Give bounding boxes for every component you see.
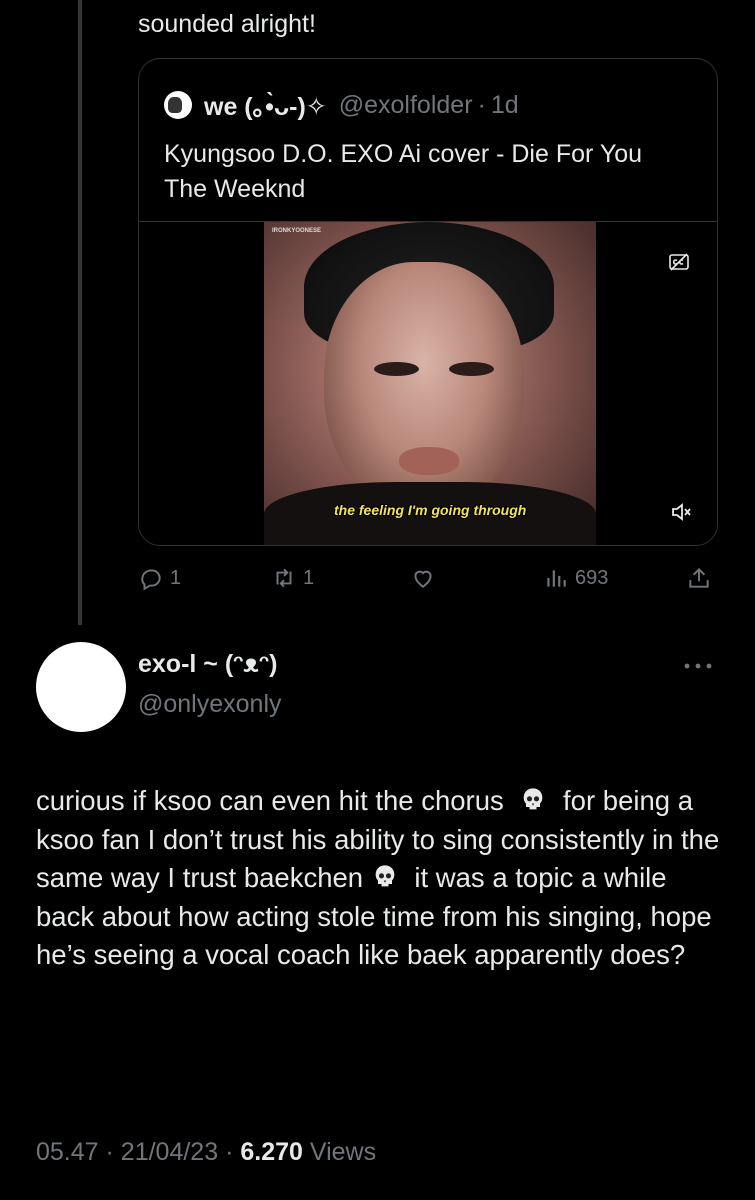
video-caption: the feeling I'm going through [334, 502, 527, 518]
views-count: 693 [575, 566, 609, 589]
skull-icon [375, 865, 395, 887]
video-player[interactable]: IRONKYOONESE the feeling I'm going throu… [139, 221, 717, 545]
quoted-avatar[interactable] [164, 91, 192, 119]
video-eye-left [374, 362, 419, 376]
views-icon [547, 570, 566, 587]
share-icon [689, 567, 709, 588]
tweet-actions: 1 1 693 [138, 565, 718, 595]
video-lips [399, 447, 459, 475]
views-label: Views [309, 1138, 377, 1166]
tweet-time[interactable]: 05.47 [36, 1138, 99, 1166]
tweet-metadata: 05.47 · 21/04/23 · 6.270 Views [36, 1138, 376, 1167]
retweet-icon [276, 568, 292, 588]
reply-button[interactable]: 1 [138, 565, 181, 591]
views-button[interactable]: 693 [543, 565, 608, 591]
captions-icon[interactable] [667, 250, 691, 274]
reply-author-name[interactable]: exo-l ~ (ᵔᴥᵔ) [138, 650, 277, 679]
quoted-author-handle[interactable]: @exolfolder [339, 91, 473, 120]
more-icon[interactable] [681, 660, 715, 672]
thread-line [78, 0, 82, 625]
previous-tweet-text: sounded alright! [138, 10, 316, 38]
like-icon [414, 570, 432, 588]
tweet-date[interactable]: 21/04/23 [121, 1138, 218, 1166]
quoted-tweet-card[interactable]: we (｡•̀ᴗ-)✧ @exolfolder · 1d Kyungsoo D.… [138, 58, 718, 546]
quoted-author-name[interactable]: we (｡•̀ᴗ-)✧ [204, 87, 327, 123]
video-eye-right [449, 362, 494, 376]
separator: · [477, 90, 486, 119]
reply-count: 1 [170, 566, 182, 589]
mute-icon[interactable] [669, 500, 693, 524]
views-total[interactable]: 6.270 [240, 1138, 303, 1166]
retweet-count: 1 [303, 566, 315, 589]
tweet-text-part-1: curious if ksoo can even hit the chorus [36, 785, 504, 816]
reply-icon [141, 569, 161, 591]
separator: · [225, 1138, 234, 1166]
reply-author-avatar[interactable] [36, 642, 126, 732]
video-thumbnail[interactable]: IRONKYOONESE the feeling I'm going throu… [264, 222, 596, 545]
quoted-tweet-header: we (｡•̀ᴗ-)✧ @exolfolder · 1d [164, 87, 519, 123]
quoted-time[interactable]: 1d [491, 91, 519, 120]
retweet-button[interactable]: 1 [271, 565, 314, 591]
share-button[interactable] [686, 565, 718, 591]
reply-tweet-text: curious if ksoo can even hit the chorus … [36, 782, 726, 975]
like-button[interactable] [410, 565, 442, 591]
video-watermark: IRONKYOONESE [272, 228, 322, 234]
quoted-tweet-text: Kyungsoo D.O. EXO Ai cover - Die For You… [164, 140, 643, 203]
reply-author-handle[interactable]: @onlyexonly [138, 690, 282, 719]
skull-icon [524, 788, 543, 810]
separator: · [105, 1138, 114, 1166]
